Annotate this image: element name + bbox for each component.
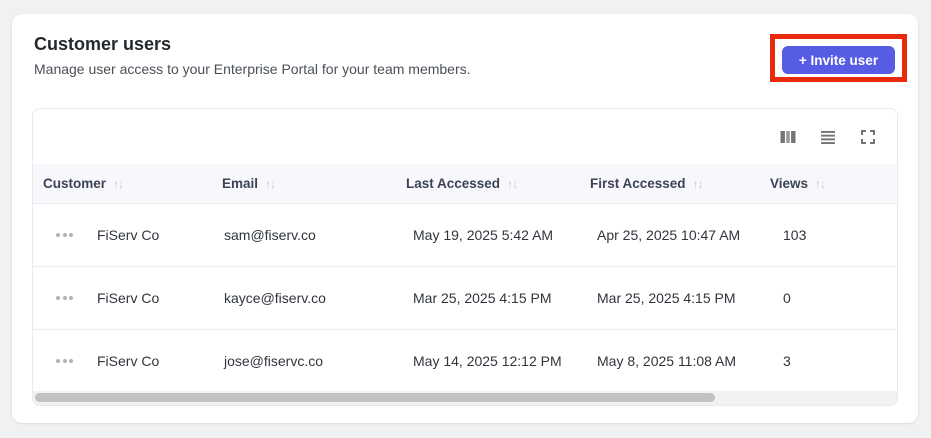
table-row[interactable]: FiServ Co sam@fiserv.co May 19, 2025 5:4… (33, 204, 897, 267)
column-header-label: Last Accessed (406, 176, 501, 191)
column-header-email[interactable]: Email ↑↓ (222, 176, 406, 191)
column-header-customer[interactable]: Customer ↑↓ (43, 176, 222, 191)
sort-icon[interactable]: ↑↓ (815, 177, 826, 191)
cell-customer: FiServ Co (97, 227, 160, 243)
scrollbar-thumb[interactable] (35, 393, 715, 402)
page-subtitle: Manage user access to your Enterprise Po… (34, 61, 471, 77)
column-header-label: Email (222, 176, 259, 191)
page-title: Customer users (34, 34, 172, 54)
cell-email: kayce@fiserv.co (224, 290, 326, 306)
column-header-views[interactable]: Views ↑↓ (770, 176, 897, 191)
column-header-label: First Accessed (590, 176, 686, 191)
table-toolbar (33, 109, 897, 164)
customer-users-card: Customer users Manage user access to you… (12, 14, 918, 423)
users-table: Customer ↑↓ Email ↑↓ Last Accessed ↑↓ Fi… (32, 108, 898, 406)
sort-icon[interactable]: ↑↓ (693, 177, 704, 191)
sort-icon[interactable]: ↑↓ (113, 177, 124, 191)
column-header-label: Customer (43, 176, 107, 191)
table-row[interactable]: FiServ Co jose@fiservc.co May 14, 2025 1… (33, 330, 897, 393)
column-header-label: Views (770, 176, 809, 191)
cell-views: 0 (783, 290, 791, 306)
cell-email: jose@fiservc.co (224, 353, 324, 369)
columns-icon[interactable] (779, 128, 797, 146)
column-header-first-accessed[interactable]: First Accessed ↑↓ (590, 176, 770, 191)
row-actions-menu-icon[interactable] (56, 233, 78, 237)
row-height-icon[interactable] (819, 128, 837, 146)
row-actions-menu-icon[interactable] (56, 296, 78, 300)
table-row[interactable]: FiServ Co kayce@fiserv.co Mar 25, 2025 4… (33, 267, 897, 330)
horizontal-scrollbar[interactable] (33, 391, 897, 405)
cell-email: sam@fiserv.co (224, 227, 316, 243)
sort-icon[interactable]: ↑↓ (265, 177, 276, 191)
cell-views: 103 (783, 227, 807, 243)
table-body: FiServ Co sam@fiserv.co May 19, 2025 5:4… (33, 204, 897, 393)
fullscreen-icon[interactable] (859, 128, 877, 146)
cell-first-accessed: May 8, 2025 11:08 AM (597, 353, 737, 369)
cell-last-accessed: May 19, 2025 5:42 AM (413, 227, 554, 243)
row-actions-menu-icon[interactable] (56, 359, 78, 363)
column-header-last-accessed[interactable]: Last Accessed ↑↓ (406, 176, 590, 191)
sort-icon[interactable]: ↑↓ (507, 177, 518, 191)
cell-first-accessed: Mar 25, 2025 4:15 PM (597, 290, 736, 306)
invite-user-button[interactable]: + Invite user (782, 46, 895, 74)
cell-last-accessed: Mar 25, 2025 4:15 PM (413, 290, 552, 306)
cell-views: 3 (783, 353, 791, 369)
table-header-row: Customer ↑↓ Email ↑↓ Last Accessed ↑↓ Fi… (33, 164, 897, 204)
cell-customer: FiServ Co (97, 353, 160, 369)
cell-customer: FiServ Co (97, 290, 160, 306)
highlight-box-annotation: + Invite user (770, 34, 907, 82)
cell-last-accessed: May 14, 2025 12:12 PM (413, 353, 562, 369)
cell-first-accessed: Apr 25, 2025 10:47 AM (597, 227, 741, 243)
